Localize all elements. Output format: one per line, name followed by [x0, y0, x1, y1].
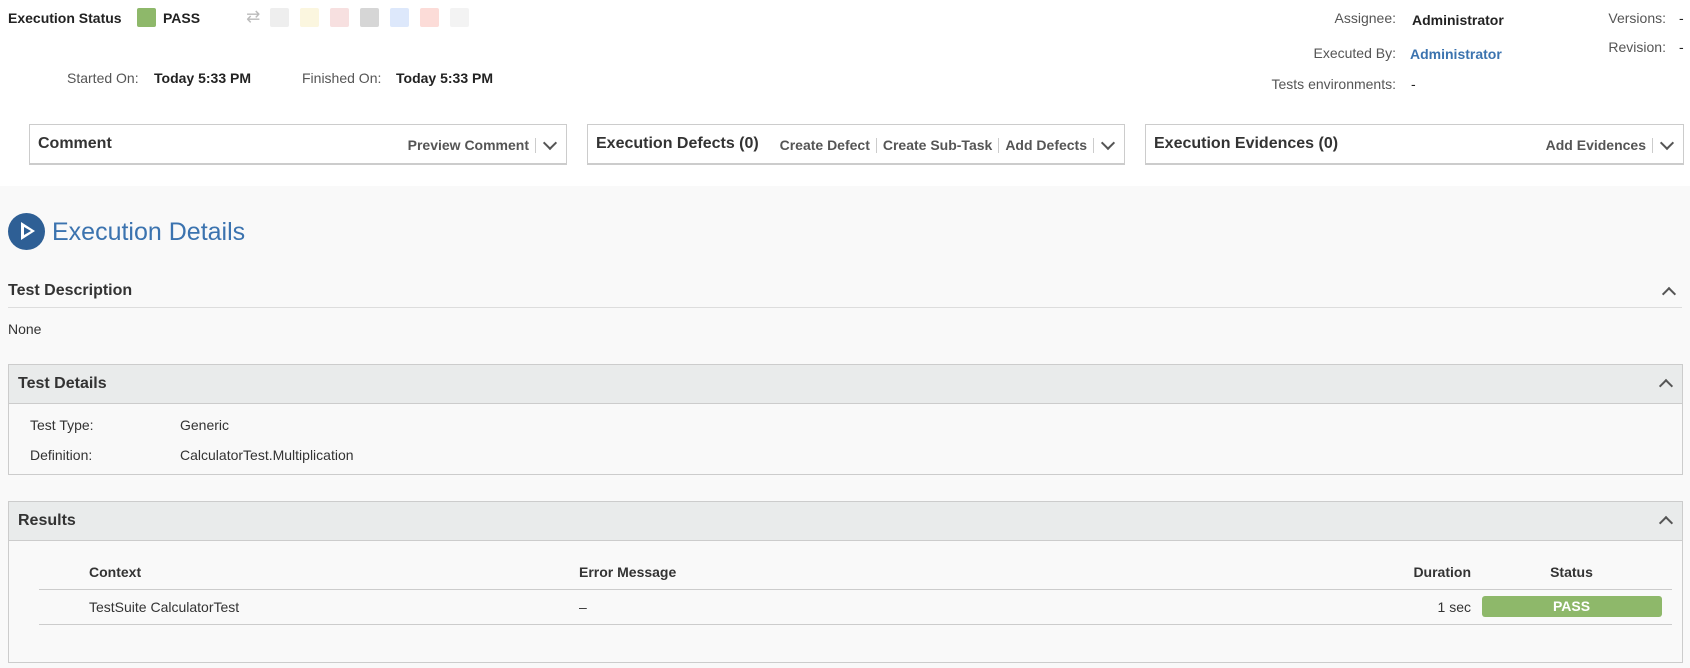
execution-header: Execution Status PASS ⇄ Started On: Toda… — [0, 0, 1690, 186]
revision-value: - — [1679, 39, 1684, 55]
test-type-value: Generic — [180, 417, 230, 433]
status-option-swatch[interactable] — [270, 8, 289, 27]
assignee-label: Assignee: — [1334, 10, 1396, 26]
execution-details-section: Execution Details Test Description None … — [0, 186, 1690, 668]
divider — [1093, 137, 1094, 153]
status-cell: PASS — [1471, 589, 1672, 625]
results-table: Context Error Message Duration Status Te… — [39, 555, 1672, 625]
table-header-row: Context Error Message Duration Status — [39, 555, 1672, 590]
tests-environments-label: Tests environments: — [1271, 76, 1397, 92]
execution-defects-panel: Execution Defects (0) Create Defect Crea… — [587, 124, 1125, 165]
execution-defects-title: Execution Defects (0) — [596, 135, 759, 152]
chevron-up-icon[interactable] — [1656, 375, 1676, 393]
divider — [8, 307, 1682, 308]
tests-environments-value: - — [1411, 76, 1416, 92]
execution-evidences-title: Execution Evidences (0) — [1154, 135, 1339, 152]
chevron-up-icon[interactable] — [1656, 512, 1676, 530]
test-details-box: Test Details Test Type: Generic Definiti… — [8, 364, 1683, 475]
add-evidences-button[interactable]: Add Evidences — [1540, 137, 1652, 153]
swap-arrows-icon[interactable]: ⇄ — [246, 7, 260, 27]
finished-on-label: Finished On: — [302, 70, 382, 86]
table-row: TestSuite CalculatorTest – 1 sec PASS — [39, 589, 1672, 625]
context-cell: TestSuite CalculatorTest — [39, 589, 579, 625]
divider — [1652, 137, 1653, 153]
column-header-error-message: Error Message — [579, 555, 1346, 590]
status-option-swatch[interactable] — [360, 8, 379, 27]
status-option-swatch[interactable] — [420, 8, 439, 27]
definition-label: Definition: — [30, 447, 93, 463]
preview-comment-button[interactable]: Preview Comment — [402, 137, 535, 153]
revision-label: Revision: — [1608, 39, 1666, 55]
started-on-value: Today 5:33 PM — [154, 70, 251, 86]
status-value: PASS — [163, 10, 201, 26]
play-icon — [8, 213, 45, 250]
column-header-status: Status — [1471, 555, 1672, 590]
results-box: Results Context Error Message Duration S… — [8, 501, 1683, 663]
test-description-value: None — [8, 321, 42, 337]
started-on-label: Started On: — [67, 70, 139, 86]
comment-panel: Comment Preview Comment — [29, 124, 567, 165]
versions-value: - — [1679, 10, 1684, 26]
add-defects-button[interactable]: Add Defects — [999, 137, 1093, 153]
comment-title: Comment — [38, 135, 112, 152]
finished-on-value: Today 5:33 PM — [396, 70, 493, 86]
status-badge: PASS — [1481, 596, 1662, 617]
results-header[interactable]: Results — [9, 502, 1682, 541]
chevron-up-icon[interactable] — [1659, 283, 1679, 301]
chevron-down-icon[interactable] — [540, 136, 560, 154]
status-option-swatch[interactable] — [450, 8, 469, 27]
test-details-header[interactable]: Test Details — [9, 365, 1682, 404]
status-color-swatch — [137, 8, 156, 27]
execution-details-title: Execution Details — [52, 218, 246, 246]
chevron-down-icon[interactable] — [1657, 136, 1677, 154]
divider — [535, 137, 536, 153]
status-option-swatch[interactable] — [330, 8, 349, 27]
error-message-cell: – — [579, 589, 1346, 625]
duration-cell: 1 sec — [1346, 589, 1471, 625]
results-heading: Results — [18, 512, 76, 529]
create-subtask-button[interactable]: Create Sub-Task — [877, 137, 998, 153]
status-option-swatch[interactable] — [300, 8, 319, 27]
assignee-value: Administrator — [1412, 12, 1504, 28]
execution-evidences-panel: Execution Evidences (0) Add Evidences — [1145, 124, 1684, 165]
execution-status-label: Execution Status — [8, 10, 122, 26]
test-type-label: Test Type: — [30, 417, 94, 433]
test-details-heading: Test Details — [18, 375, 107, 392]
column-header-context: Context — [39, 555, 579, 590]
executed-by-link[interactable]: Administrator — [1410, 46, 1502, 62]
chevron-down-icon[interactable] — [1098, 136, 1118, 154]
create-defect-button[interactable]: Create Defect — [774, 137, 876, 153]
executed-by-label: Executed By: — [1313, 45, 1397, 61]
column-header-duration: Duration — [1346, 555, 1471, 590]
definition-value: CalculatorTest.Multiplication — [180, 447, 354, 463]
versions-label: Versions: — [1608, 10, 1666, 26]
status-option-swatch[interactable] — [390, 8, 409, 27]
test-description-heading: Test Description — [8, 282, 133, 299]
